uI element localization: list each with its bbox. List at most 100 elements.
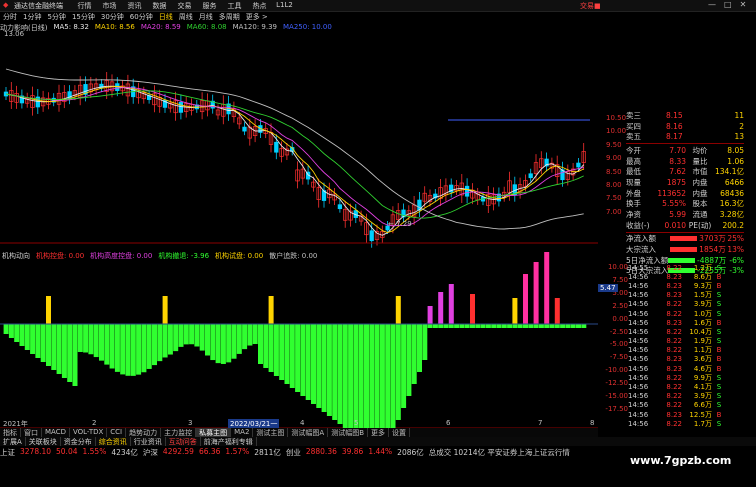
indicator-bar (305, 324, 311, 400)
tab[interactable]: 趋势动力 (126, 428, 162, 437)
period-tab[interactable]: 15分钟 (69, 12, 98, 22)
stat-row: 外盘 113652 内盘 68436 (626, 188, 744, 198)
menu-item-data[interactable]: 数据 (147, 1, 172, 11)
menu-item-l1l2[interactable]: L1L2 (272, 1, 297, 11)
axis-tick: -7.50 (609, 353, 628, 362)
signal-bar (162, 296, 168, 324)
period-tab[interactable]: 多周期 (216, 12, 243, 22)
date-axis: 2021年 2 3 2022/03/21一 4 5 6 7 8 (0, 419, 598, 429)
index-label[interactable]: 沪深 (143, 447, 158, 457)
indicator-bar (369, 324, 375, 434)
tab[interactable]: 测试幅图B (328, 428, 369, 437)
indicator-bar (93, 324, 99, 358)
menu-item-market[interactable]: 市场 (97, 1, 122, 11)
period-tab[interactable]: 分时 (0, 12, 20, 22)
flow-row: 大宗流入 1854万 13% (626, 245, 745, 255)
indicator-bar (167, 324, 173, 355)
menu-item-service[interactable]: 服务 (197, 1, 222, 11)
indicator-bar (136, 324, 142, 375)
moving-average-line (5, 85, 585, 236)
axis-tick: -12.50 (605, 379, 628, 388)
period-tab-more[interactable]: 更多 > (243, 12, 271, 22)
tab-active[interactable]: 私募主图 (196, 428, 232, 437)
link[interactable]: 行业资讯 (131, 437, 166, 446)
kline-chart[interactable]: 13.06 ← 7.29 (0, 22, 598, 434)
tab[interactable]: MA2 (231, 428, 254, 437)
menu-item-trade[interactable]: 交易 (172, 1, 197, 11)
indicator-bar (88, 324, 94, 355)
period-tab[interactable]: 30分钟 (98, 12, 127, 22)
period-tab[interactable]: 60分钟 (127, 12, 156, 22)
indicator-bar (417, 324, 422, 372)
tab[interactable]: VOL-TDX (70, 428, 108, 437)
indicator-bar (189, 324, 195, 345)
tab[interactable]: 测试幅图A (288, 428, 329, 437)
period-tab[interactable]: 周线 (176, 12, 196, 22)
index-label[interactable]: 创业 (286, 447, 301, 457)
indicator-bar (348, 324, 354, 432)
period-tab-active[interactable]: 日线 (156, 12, 176, 22)
link[interactable]: 前海产福利专辑 (201, 437, 257, 446)
indicator-bar (157, 324, 163, 362)
axis-tick: -10.00 (605, 366, 628, 375)
indicator-bar (252, 324, 258, 345)
ask-row: 买四 8.16 2 (626, 121, 744, 131)
quote-panel: 卖三 8.15 11 买四 8.16 2 卖五 8.17 13 今开 7.70 均价 8.05 最高 8.… (626, 110, 744, 276)
indicator-bar (406, 324, 412, 396)
menu-item-news[interactable]: 资讯 (122, 1, 147, 11)
index-value: 2880.36 (305, 447, 337, 456)
app-logo-icon: ◆ (3, 1, 9, 9)
indicator-bar (533, 324, 539, 328)
tab[interactable]: 测试主图 (253, 428, 289, 437)
indicator-bar (422, 324, 428, 360)
link[interactable]: 资金分布 (61, 437, 96, 446)
signal-bar (554, 298, 560, 324)
minimize-icon[interactable]: — (708, 0, 716, 9)
link[interactable]: 综合资讯 (96, 437, 131, 446)
tab[interactable]: MACD (42, 428, 70, 437)
indicator-bar (316, 324, 322, 408)
tab[interactable]: 指标 (0, 428, 21, 437)
candle (369, 230, 374, 242)
axis-tick: -5.00 (609, 340, 628, 349)
indicator-bar (385, 324, 391, 434)
indicator-bar (379, 324, 385, 434)
indicator-bar (24, 324, 30, 350)
tab[interactable]: 窗口 (21, 428, 42, 437)
trade-brand-button[interactable]: 交易■ (580, 1, 601, 11)
indicator-bar (554, 324, 560, 328)
tab[interactable]: 更多 (368, 428, 390, 437)
period-tab[interactable]: 1分钟 (20, 12, 44, 22)
signal-bar (268, 296, 274, 324)
tab[interactable]: CCI (107, 428, 127, 437)
indicator-bar (411, 324, 417, 384)
indicator-value: 机构控盘: 0.00 (36, 252, 85, 260)
indicator-bar (205, 324, 210, 356)
indicator-bar (99, 324, 104, 361)
menu-item-quotes[interactable]: 行情 (72, 1, 97, 11)
tick-list[interactable]: 14:55 8.22 1.2万 S 14:56 8.23 8.6万 B 14:56 8.23 9.3… (628, 263, 744, 428)
maximize-icon[interactable]: □ (724, 0, 732, 9)
tab[interactable]: 主力监控 (161, 428, 197, 437)
link[interactable]: 关联板块 (26, 437, 61, 446)
period-tab[interactable]: 5分钟 (44, 12, 68, 22)
axis-tick: 10.00 (606, 127, 627, 136)
menu-item-hot[interactable]: 热点 (247, 1, 272, 11)
indicator-value: 机构试盘: 0.00 (215, 252, 264, 260)
menu-item-tools[interactable]: 工具 (222, 1, 247, 11)
indicator-bar (194, 324, 200, 347)
index-label[interactable]: 上证 (0, 447, 15, 457)
stat-row: 最低 7.62 市值 134.1亿 (626, 167, 744, 177)
indicator-bar (475, 324, 481, 328)
stat-row: 净资 5.99 流通 3.28亿 (626, 210, 744, 220)
indicator-bar (258, 324, 263, 364)
link[interactable]: 扩展A (0, 437, 26, 446)
candle (528, 173, 533, 179)
tab[interactable]: 设置 (389, 428, 411, 437)
link[interactable]: 互动问答 (166, 437, 201, 446)
indicator-value: 机构撤退: -3.96 (158, 252, 210, 260)
period-tab[interactable]: 月线 (196, 12, 216, 22)
candle (576, 162, 581, 168)
close-icon[interactable]: ✕ (740, 0, 747, 9)
candle (242, 126, 247, 132)
